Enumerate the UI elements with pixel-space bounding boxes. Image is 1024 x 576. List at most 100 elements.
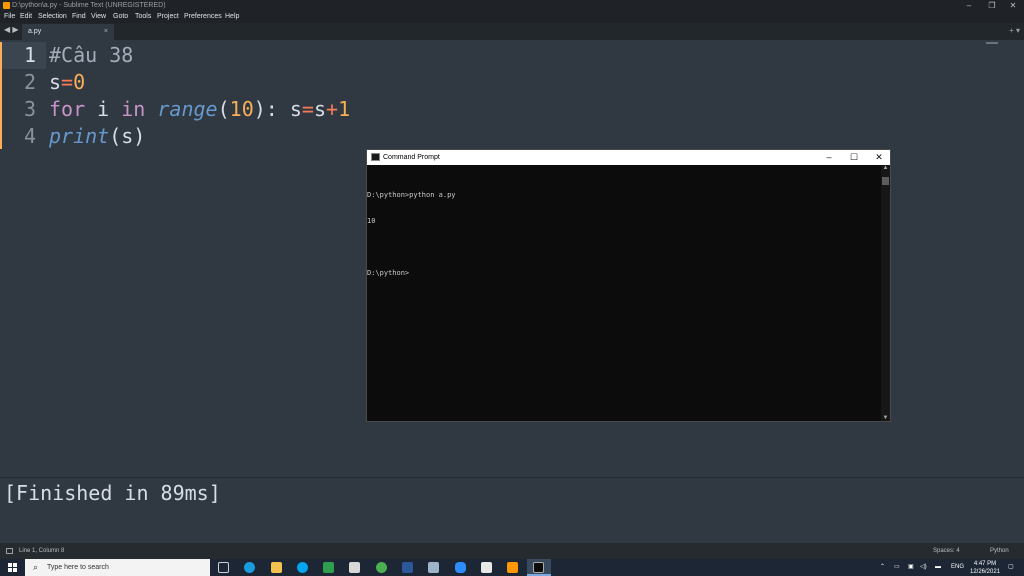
cmd-minimize-button[interactable]: – — [817, 150, 841, 165]
menu-project[interactable]: Project — [157, 11, 179, 23]
windows-taskbar: ⌕ Type here to search ⌃ ▭ ▣ ◁) ▬ ENG 4:4… — [0, 559, 1024, 576]
zoom-icon[interactable] — [455, 562, 466, 573]
code-token: s — [49, 70, 62, 94]
command-prompt-window[interactable]: Command Prompt – ☐ ✕ D:\python>python a.… — [366, 149, 891, 422]
edge-icon[interactable] — [244, 562, 255, 573]
code-token: = — [301, 97, 314, 121]
word-icon[interactable] — [402, 562, 413, 573]
clock-time: 4:47 PM — [973, 561, 997, 567]
cmd-title-bar[interactable]: Command Prompt – ☐ ✕ — [367, 150, 890, 165]
code-token: (s) — [109, 124, 146, 148]
keyboard-icon[interactable]: ▬ — [935, 559, 941, 576]
line-number: 2 — [23, 70, 36, 94]
code-token: in — [121, 97, 146, 121]
notification-icon[interactable]: ▢ — [1008, 559, 1014, 576]
menu-file[interactable]: File — [4, 11, 15, 23]
minimize-button[interactable]: – — [958, 0, 980, 11]
code-line[interactable]: for i in range(10): s=s+1 — [49, 96, 350, 123]
cursor-position: Line 1, Column 8 — [19, 548, 65, 554]
cmd-line: 10 — [367, 216, 376, 225]
code-token: range — [157, 97, 218, 121]
line-number: 4 — [23, 124, 36, 148]
app-icon-document[interactable] — [481, 562, 492, 573]
input-language[interactable]: ENG — [951, 559, 964, 576]
title-bar: D:\python\a.py - Sublime Text (UNREGISTE… — [0, 0, 1024, 11]
search-placeholder: Type here to search — [47, 564, 109, 571]
code-token: = — [61, 70, 74, 94]
app-icon-printer[interactable] — [428, 562, 439, 573]
app-icon-round[interactable] — [376, 562, 387, 573]
scroll-up-icon[interactable]: ▲ — [881, 165, 890, 171]
close-button[interactable]: ✕ — [1002, 0, 1024, 11]
task-view-icon[interactable] — [218, 562, 229, 573]
windows-start-icon[interactable] — [8, 563, 17, 572]
code-line[interactable]: print(s) — [49, 123, 145, 150]
clock-date: 12/26/2021 — [969, 569, 1001, 575]
menu-bar: File Edit Selection Find View Goto Tools… — [0, 11, 1024, 23]
tab-label: a.py — [28, 28, 42, 35]
code-token: + — [326, 97, 339, 121]
cmd-window-title: Command Prompt — [383, 154, 440, 161]
tab-nav-arrows-icon[interactable]: ◀ ▶ — [4, 25, 19, 34]
cmd-console-output[interactable]: D:\python>python a.py 10 D:\python> — [367, 174, 456, 294]
code-token: 1 — [338, 97, 351, 121]
skype-icon[interactable] — [297, 562, 308, 573]
code-token: i — [85, 97, 122, 121]
code-line[interactable]: #Câu 38 — [49, 42, 133, 69]
tab-a-py[interactable]: a.py × — [22, 24, 114, 40]
tab-options-icon[interactable]: + ▾ — [1009, 26, 1020, 35]
code-token: 0 — [73, 70, 86, 94]
search-icon: ⌕ — [33, 562, 39, 572]
syntax-selector[interactable]: Python — [990, 543, 1009, 559]
tray-device-icon[interactable]: ▭ — [894, 559, 900, 576]
panel-toggle-icon[interactable] — [6, 548, 13, 554]
code-token: print — [49, 124, 110, 148]
window-title: D:\python\a.py - Sublime Text (UNREGISTE… — [12, 2, 166, 9]
cmd-line: D:\python>python a.py — [367, 191, 456, 200]
cmd-taskbar-icon — [533, 562, 544, 573]
menu-selection[interactable]: Selection — [38, 11, 67, 23]
file-explorer-icon[interactable] — [271, 562, 282, 573]
build-result-text: [Finished in 89ms] — [4, 481, 221, 505]
taskbar-search-box[interactable]: ⌕ Type here to search — [25, 559, 210, 576]
tab-bar: ◀ ▶ a.py × + ▾ — [0, 23, 1024, 40]
scroll-thumb[interactable] — [882, 177, 889, 185]
tab-close-icon[interactable]: × — [104, 24, 108, 40]
sublime-app-icon — [3, 2, 10, 9]
code-token: s — [313, 97, 327, 121]
code-token: ): s — [253, 97, 302, 121]
cmd-app-icon — [371, 153, 380, 161]
build-output-panel: [Finished in 89ms] — [0, 477, 1024, 543]
app-icon-green[interactable] — [323, 562, 334, 573]
line-number: 3 — [23, 97, 36, 121]
menu-preferences[interactable]: Preferences — [184, 11, 222, 23]
code-token: #Câu 38 — [49, 43, 134, 67]
indentation-setting[interactable]: Spaces: 4 — [933, 543, 960, 559]
app-icon-grid[interactable] — [349, 562, 360, 573]
tray-chevron-icon[interactable]: ⌃ — [880, 559, 885, 576]
clock[interactable]: 4:47 PM 12/26/2021 — [968, 560, 1002, 576]
code-token: 10 — [229, 97, 254, 121]
menu-find[interactable]: Find — [72, 11, 86, 23]
cmd-line — [367, 243, 456, 252]
cmd-close-button[interactable]: ✕ — [867, 150, 891, 165]
volume-icon[interactable]: ◁) — [920, 559, 927, 576]
cmd-maximize-button[interactable]: ☐ — [842, 150, 866, 165]
code-token: ( — [217, 97, 230, 121]
restore-button[interactable]: ❐ — [981, 0, 1003, 11]
cmd-taskbar-button[interactable] — [527, 559, 551, 576]
code-line[interactable]: s=0 — [49, 69, 85, 96]
sublime-text-taskbar-icon[interactable] — [507, 562, 518, 573]
menu-tools[interactable]: Tools — [135, 11, 151, 23]
code-token: for — [49, 97, 86, 121]
menu-edit[interactable]: Edit — [20, 11, 32, 23]
network-icon[interactable]: ▣ — [908, 559, 914, 576]
scroll-down-icon[interactable]: ▼ — [881, 415, 890, 421]
menu-goto[interactable]: Goto — [113, 11, 128, 23]
menu-view[interactable]: View — [91, 11, 106, 23]
minimap[interactable] — [986, 42, 998, 44]
line-number: 1 — [23, 43, 36, 67]
menu-help[interactable]: Help — [225, 11, 239, 23]
cmd-scrollbar[interactable]: ▲ ▼ — [881, 165, 890, 421]
